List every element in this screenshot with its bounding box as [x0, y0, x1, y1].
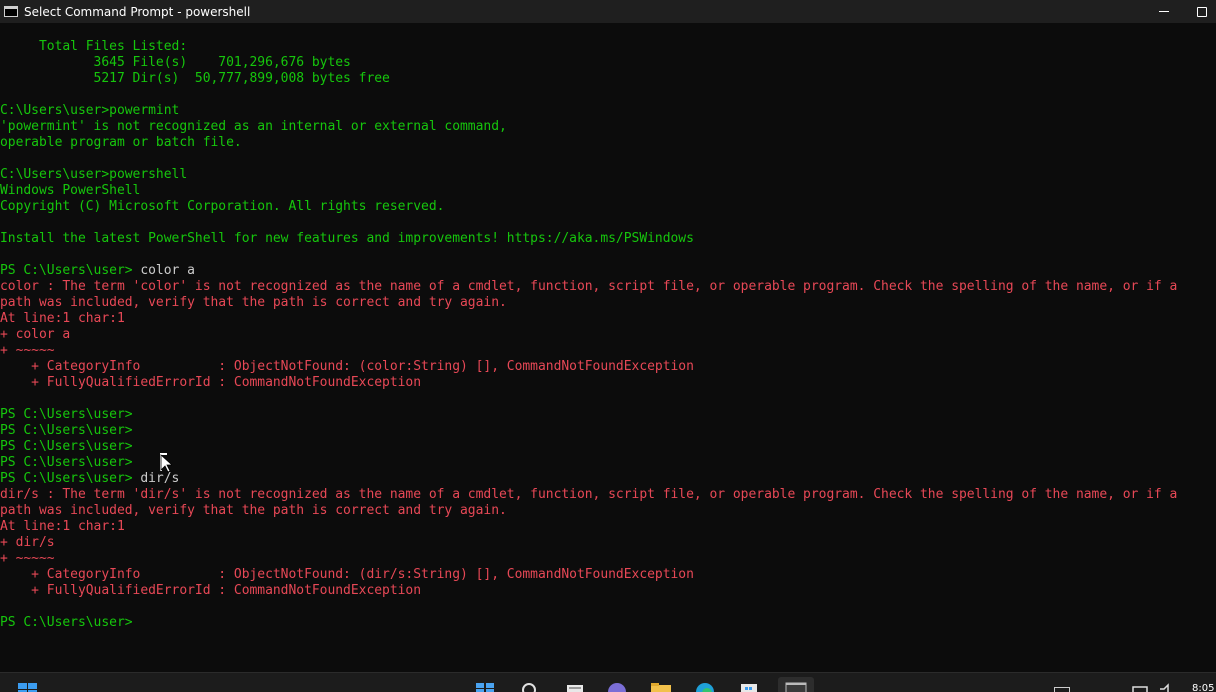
console-line: PS C:\Users\user> — [0, 423, 1216, 439]
window-title: Select Command Prompt - powershell — [24, 4, 251, 19]
console-line: At line:1 char:1 — [0, 311, 1216, 327]
console-line-text: At line:1 char:1 — [0, 311, 125, 326]
console-line: PS C:\Users\user> — [0, 439, 1216, 455]
console-output[interactable]: Total Files Listed: 3645 File(s) 701,296… — [0, 39, 1216, 671]
console-line: 3645 File(s) 701,296,676 bytes — [0, 55, 1216, 71]
console-line: path was included, verify that the path … — [0, 295, 1216, 311]
edge-icon[interactable] — [694, 681, 716, 692]
title-bar[interactable]: Select Command Prompt - powershell — [0, 0, 1216, 23]
console-line-text: PS C:\Users\user> — [0, 439, 133, 454]
console-line-text: + ~~~~~ — [0, 343, 55, 358]
console-line: PS C:\Users\user> — [0, 455, 1216, 471]
console-line: 5217 Dir(s) 50,777,899,008 bytes free — [0, 71, 1216, 87]
console-line: + ~~~~~ — [0, 551, 1216, 567]
console-line: path was included, verify that the path … — [0, 503, 1216, 519]
console-line-text: C:\Users\user>powermint — [0, 103, 180, 118]
console-line-text: PS C:\Users\user> — [0, 407, 133, 422]
console-line: color : The term 'color' is not recogniz… — [0, 279, 1216, 295]
maximize-button[interactable] — [1188, 0, 1216, 23]
console-command-text: dir/s — [140, 471, 180, 486]
command-prompt-window: Select Command Prompt - powershell Total… — [0, 0, 1216, 692]
console-line: + FullyQualifiedErrorId : CommandNotFoun… — [0, 583, 1216, 599]
console-line-text: + CategoryInfo : ObjectNotFound: (color:… — [0, 359, 694, 374]
taskbar: 8:05 — [0, 672, 1216, 692]
console-line: C:\Users\user>powershell — [0, 167, 1216, 183]
console-line-text: 5217 Dir(s) 50,777,899,008 bytes free — [0, 71, 390, 86]
console-line-text: PS C:\Users\user> — [0, 615, 133, 630]
volume-icon[interactable] — [1156, 681, 1178, 692]
network-icon[interactable] — [1130, 681, 1152, 692]
console-line: + FullyQualifiedErrorId : CommandNotFoun… — [0, 375, 1216, 391]
console-line-text: Total Files Listed: — [0, 39, 188, 54]
console-line: + CategoryInfo : ObjectNotFound: (color:… — [0, 359, 1216, 375]
search-icon[interactable] — [518, 681, 540, 692]
console-line: At line:1 char:1 — [0, 519, 1216, 535]
chat-icon[interactable] — [606, 681, 628, 692]
console-line: C:\Users\user>powermint — [0, 103, 1216, 119]
console-line-text: PS C:\Users\user> — [0, 471, 141, 486]
console-line: operable program or batch file. — [0, 135, 1216, 151]
console-line-text: 'powermint' is not recognized as an inte… — [0, 119, 507, 134]
console-line: Copyright (C) Microsoft Corporation. All… — [0, 199, 1216, 215]
terminal-icon — [785, 682, 807, 692]
console-line-text: C:\Users\user>powershell — [0, 167, 188, 182]
mouse-cursor-icon — [160, 453, 172, 473]
tray-chevron-icon[interactable] — [1054, 687, 1070, 692]
console-line-text: + color a — [0, 327, 71, 342]
console-line-text: 3645 File(s) 701,296,676 bytes — [0, 55, 351, 70]
minimize-button[interactable] — [1144, 0, 1184, 23]
console-line-text: color : The term 'color' is not recogniz… — [0, 279, 1178, 294]
console-line-text: + ~~~~~ — [0, 551, 55, 566]
minimize-icon — [1159, 11, 1169, 12]
console-line: PS C:\Users\user> — [0, 407, 1216, 423]
console-line: + CategoryInfo : ObjectNotFound: (dir/s:… — [0, 567, 1216, 583]
console-line: + ~~~~~ — [0, 343, 1216, 359]
file-explorer-icon[interactable] — [650, 681, 672, 692]
console-line: PS C:\Users\user> — [0, 615, 1216, 631]
widgets-icon[interactable] — [564, 681, 586, 692]
console-line-text: PS C:\Users\user> — [0, 423, 133, 438]
terminal-taskbar-button[interactable] — [778, 677, 814, 692]
console-line-text: + FullyQualifiedErrorId : CommandNotFoun… — [0, 375, 422, 390]
console-line: Install the latest PowerShell for new fe… — [0, 231, 1216, 247]
console-line: + color a — [0, 327, 1216, 343]
console-line: dir/s : The term 'dir/s' is not recogniz… — [0, 487, 1216, 503]
console-line-text: + CategoryInfo : ObjectNotFound: (dir/s:… — [0, 567, 694, 582]
maximize-icon — [1197, 6, 1207, 17]
console-line-text: At line:1 char:1 — [0, 519, 125, 534]
console-line-text: Install the latest PowerShell for new fe… — [0, 231, 694, 246]
store-icon[interactable] — [738, 681, 760, 692]
console-line: + dir/s — [0, 535, 1216, 551]
console-line: PS C:\Users\user> color a — [0, 263, 1216, 279]
taskbar-clock[interactable]: 8:05 — [1192, 683, 1214, 692]
console-line-text: + dir/s — [0, 535, 55, 550]
console-line-text: operable program or batch file. — [0, 135, 242, 150]
windows-start-icon[interactable] — [18, 683, 38, 692]
console-line-text: PS C:\Users\user> — [0, 455, 133, 470]
console-line: Windows PowerShell — [0, 183, 1216, 199]
console-line-text: path was included, verify that the path … — [0, 295, 507, 310]
console-line: Total Files Listed: — [0, 39, 1216, 55]
console-app-icon — [4, 6, 18, 17]
console-line-text: Windows PowerShell — [0, 183, 141, 198]
console-line-text: + FullyQualifiedErrorId : CommandNotFoun… — [0, 583, 422, 598]
console-line: PS C:\Users\user> dir/s — [0, 471, 1216, 487]
console-line-text: PS C:\Users\user> — [0, 263, 141, 278]
console-command-text: color a — [140, 263, 195, 278]
task-view-icon[interactable] — [474, 681, 496, 692]
console-line-text: dir/s : The term 'dir/s' is not recogniz… — [0, 487, 1178, 502]
console-line-text: path was included, verify that the path … — [0, 503, 507, 518]
console-line: 'powermint' is not recognized as an inte… — [0, 119, 1216, 135]
console-line-text: Copyright (C) Microsoft Corporation. All… — [0, 199, 445, 214]
